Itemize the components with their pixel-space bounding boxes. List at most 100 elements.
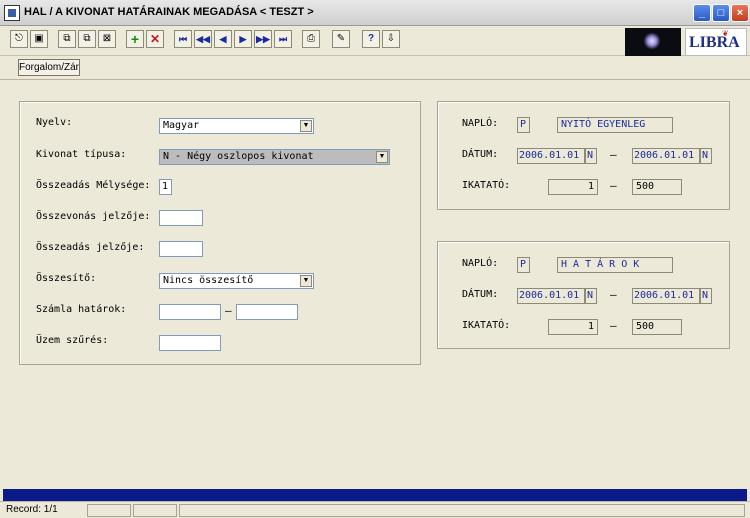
close-button[interactable]: × — [731, 4, 749, 22]
ikatato-label: IKATATÓ: — [462, 180, 511, 191]
chevron-down-icon[interactable]: ▼ — [300, 120, 312, 132]
kivonat-label: Kivonat típusa: — [36, 149, 127, 160]
insert-icon[interactable]: + — [126, 30, 144, 48]
query-all-icon[interactable]: ⧉ — [78, 30, 96, 48]
datum-to-field[interactable]: 2006.01.01 — [632, 148, 700, 164]
ikatato-to-field[interactable]: 500 — [632, 179, 682, 195]
osszeadas-input[interactable] — [159, 241, 203, 257]
edit-icon[interactable]: ✎ — [332, 30, 350, 48]
query-icon[interactable]: ⧉ — [58, 30, 76, 48]
kivonat-value: N - Négy oszlopos kivonat — [163, 151, 314, 162]
next-record-icon[interactable]: ▶ — [234, 30, 252, 48]
libra-logo: LIBRA ❦ — [685, 28, 747, 56]
naplo-code-value: P — [520, 259, 527, 270]
osszevonas-label: Összevonás jelzője: — [36, 211, 151, 222]
app-icon — [4, 5, 20, 21]
status-bar: Record: 1/1 — [0, 501, 750, 518]
ikatato-dash: – — [610, 179, 617, 192]
last-record-icon[interactable]: ⏭ — [274, 30, 292, 48]
brand-logo — [625, 28, 681, 56]
osszesito-label: Összesítő: — [36, 273, 97, 284]
star-icon — [641, 32, 663, 50]
ikatato-from-field[interactable]: 1 — [548, 319, 598, 335]
uzem-label: Üzem szűrés: — [36, 335, 109, 346]
datum-from-field[interactable]: 2006.01.01 — [517, 148, 585, 164]
ikatato-to-value: 500 — [636, 181, 655, 192]
naplo-name-value: H A T Á R O K — [561, 259, 640, 270]
datum-from-flag-field[interactable]: N — [585, 288, 597, 304]
ikatato-to-field[interactable]: 500 — [632, 319, 682, 335]
szamla-from-input[interactable] — [159, 304, 221, 320]
bird-icon: ❦ — [722, 29, 729, 38]
toolbar: ⎋ ▣ ⧉ ⧉ ⊠ + ✕ ⏮ ◀◀ ◀ ▶ ▶▶ ⏭ ⎙ ✎ ? ⇩ LIBR… — [0, 26, 750, 56]
previous-record-icon[interactable]: ◀ — [214, 30, 232, 48]
datum-from-flag-field[interactable]: N — [585, 148, 597, 164]
osszesito-select[interactable]: Nincs összesítő ▼ — [159, 273, 314, 289]
print-icon[interactable]: ⎙ — [302, 30, 320, 48]
datum-to-flag-field[interactable]: N — [700, 148, 712, 164]
datum-to-value: 2006.01.01 — [634, 290, 695, 301]
datum-label: DÁTUM: — [462, 149, 499, 160]
window-title: HAL / A KIVONAT HATÁRAINAK MEGADÁSA < TE… — [24, 6, 314, 18]
nyelv-select[interactable]: Magyar ▼ — [159, 118, 314, 134]
datum-to-flag-value: N — [702, 290, 709, 301]
naplo-code-field[interactable]: P — [517, 117, 530, 133]
download-icon[interactable]: ⇩ — [382, 30, 400, 48]
datum-to-value: 2006.01.01 — [634, 150, 695, 161]
datum-to-field[interactable]: 2006.01.01 — [632, 288, 700, 304]
save-icon[interactable]: ▣ — [30, 30, 48, 48]
delete-icon[interactable]: ✕ — [146, 30, 164, 48]
szamla-to-input[interactable] — [236, 304, 298, 320]
first-record-icon[interactable]: ⏮ — [174, 30, 192, 48]
sub-toolbar: Forgalom/Zár — [0, 56, 750, 80]
naplo-name-field[interactable]: H A T Á R O K — [557, 257, 673, 273]
previous-set-icon[interactable]: ◀◀ — [194, 30, 212, 48]
datum-from-value: 2006.01.01 — [519, 290, 580, 301]
status-cell — [133, 504, 177, 517]
szamla-label: Számla határok: — [36, 304, 127, 315]
datum-from-field[interactable]: 2006.01.01 — [517, 288, 585, 304]
nyelv-label: Nyelv: — [36, 117, 73, 128]
melyseg-input[interactable]: 1 — [159, 179, 172, 195]
uzem-input[interactable] — [159, 335, 221, 351]
naplo-code-value: P — [520, 119, 527, 130]
maximize-button[interactable]: □ — [712, 4, 730, 22]
datum-dash: – — [610, 148, 617, 161]
datum-from-flag-value: N — [587, 150, 594, 161]
minimize-button[interactable]: _ — [693, 4, 711, 22]
ikatato-from-field[interactable]: 1 — [548, 179, 598, 195]
ikatato-label: IKATATÓ: — [462, 320, 511, 331]
melyseg-value: 1 — [162, 181, 169, 192]
right-panel-nyito: NAPLÓ: P NYITÓ EGYENLEG DÁTUM: 2006.01.0… — [437, 101, 730, 210]
datum-from-flag-value: N — [587, 290, 594, 301]
datum-to-flag-field[interactable]: N — [700, 288, 712, 304]
osszeadas-label: Összeadás jelzője: — [36, 242, 145, 253]
exit-icon[interactable]: ⎋ — [10, 30, 28, 48]
datum-to-flag-value: N — [702, 150, 709, 161]
naplo-label: NAPLÓ: — [462, 118, 499, 129]
clear-icon[interactable]: ⊠ — [98, 30, 116, 48]
naplo-name-value: NYITÓ EGYENLEG — [561, 119, 646, 130]
chevron-down-icon[interactable]: ▼ — [376, 151, 388, 163]
naplo-code-field[interactable]: P — [517, 257, 530, 273]
kivonat-select[interactable]: N - Négy oszlopos kivonat ▼ — [159, 149, 390, 165]
left-panel: Nyelv: Magyar ▼ Kivonat típusa: N - Négy… — [19, 101, 421, 365]
ikatato-to-value: 500 — [636, 321, 655, 332]
nyelv-value: Magyar — [163, 120, 200, 131]
naplo-name-field[interactable]: NYITÓ EGYENLEG — [557, 117, 673, 133]
szamla-dash: – — [225, 304, 232, 317]
help-icon[interactable]: ? — [362, 30, 380, 48]
next-set-icon[interactable]: ▶▶ — [254, 30, 272, 48]
chevron-down-icon[interactable]: ▼ — [300, 275, 312, 287]
naplo-label: NAPLÓ: — [462, 258, 499, 269]
osszevonas-input[interactable] — [159, 210, 203, 226]
status-cell — [87, 504, 131, 517]
title-bar: HAL / A KIVONAT HATÁRAINAK MEGADÁSA < TE… — [0, 0, 750, 26]
forgalom-zar-button[interactable]: Forgalom/Zár — [18, 59, 80, 76]
main-area: Nyelv: Magyar ▼ Kivonat típusa: N - Négy… — [0, 80, 750, 486]
melyseg-label: Összeadás Mélysége: — [36, 180, 151, 191]
datum-from-value: 2006.01.01 — [519, 150, 580, 161]
osszesito-value: Nincs összesítő — [163, 275, 254, 286]
datum-dash: – — [610, 288, 617, 301]
message-bar — [3, 489, 747, 501]
